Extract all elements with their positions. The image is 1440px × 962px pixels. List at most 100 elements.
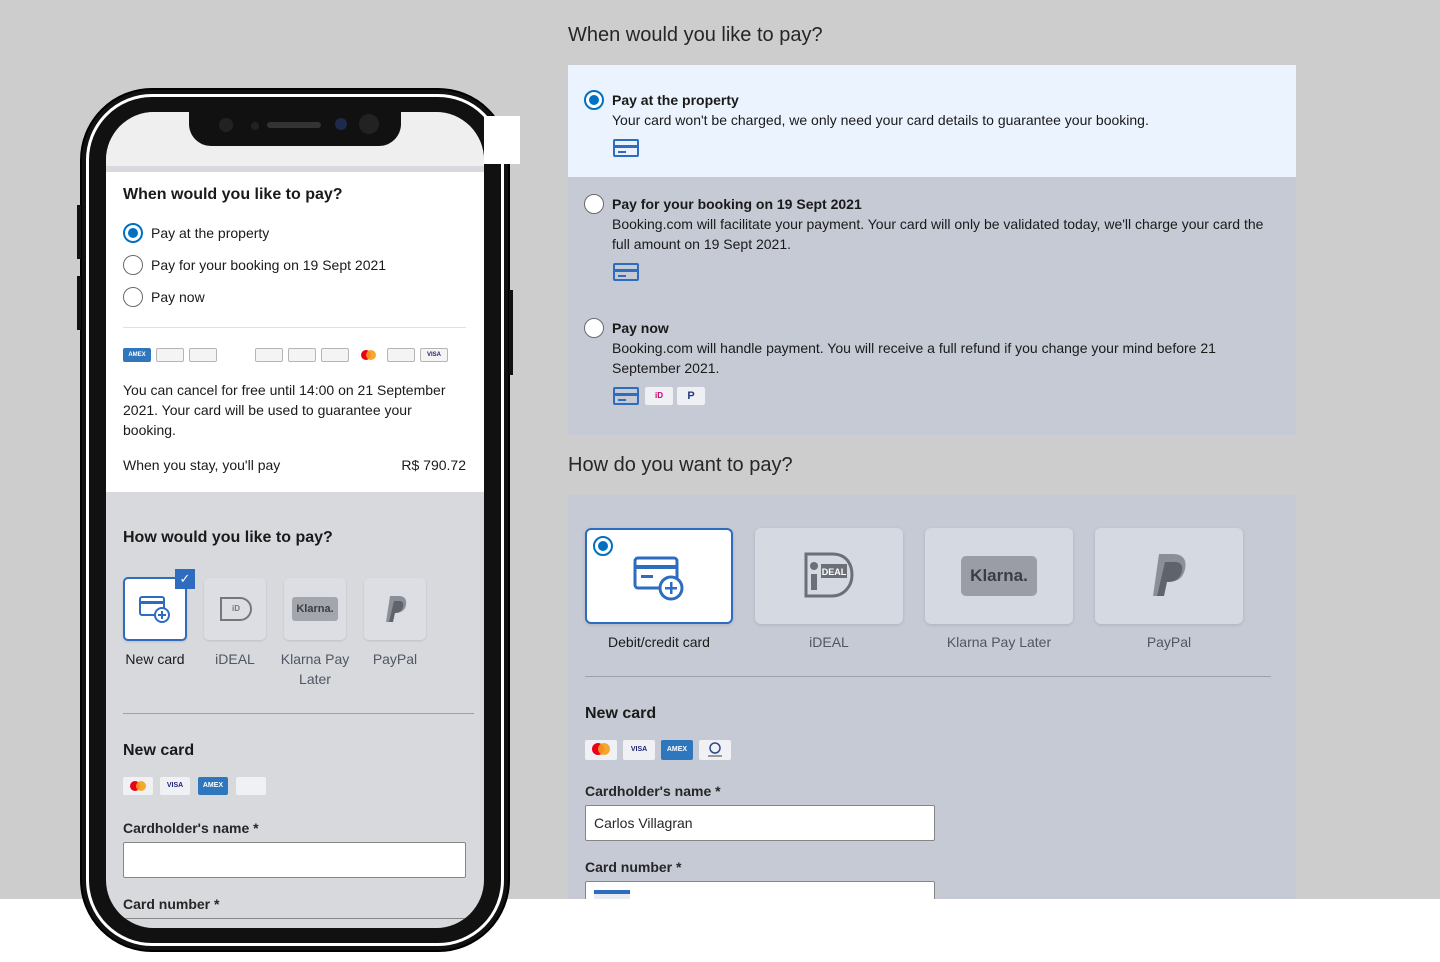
mobile-radio-pay-on-date[interactable] — [123, 255, 143, 275]
method-tile-card[interactable] — [585, 528, 733, 624]
cancellation-policy-text: You can cancel for free until 14:00 on 2… — [123, 382, 446, 438]
credit-card-icon — [613, 139, 639, 157]
card-brand-icon — [156, 348, 184, 362]
phone-power-button — [509, 290, 513, 375]
mastercard-icon — [123, 777, 153, 795]
option-pay-now[interactable]: Pay now Booking.com will handle payment.… — [568, 301, 1296, 435]
paypal-icon — [1153, 554, 1186, 596]
option-description: Booking.com will facilitate your payment… — [612, 216, 1264, 252]
option-title: Pay now — [612, 320, 669, 336]
method-tile-ideal[interactable]: DEAL — [755, 528, 903, 624]
mobile-radio-pay-now[interactable] — [123, 287, 143, 307]
new-card-title: New card — [585, 705, 657, 722]
option-pay-on-date[interactable]: Pay for your booking on 19 Sept 2021 Boo… — [568, 177, 1296, 301]
paypal-icon: P — [677, 387, 705, 405]
mobile-method-label: New card — [125, 651, 185, 667]
divider — [585, 676, 1271, 677]
stay-pay-label: When you stay, you'll pay — [123, 457, 281, 473]
card-brand-icon — [189, 348, 217, 362]
ideal-icon: iD — [645, 387, 673, 405]
card-plus-icon — [633, 556, 684, 601]
selected-check-icon: ✓ — [175, 569, 195, 589]
klarna-icon: Klarna. — [961, 556, 1037, 596]
speaker-icon — [267, 122, 321, 128]
method-label: Debit/credit card — [608, 634, 710, 650]
camera-icon — [219, 118, 233, 132]
card-number-input[interactable] — [585, 881, 935, 899]
card-number-label: Card number * — [585, 859, 682, 875]
method-radio-selected — [593, 536, 613, 556]
mobile-method-klarna[interactable]: Klarna. — [284, 578, 346, 640]
method-label: PayPal — [1146, 634, 1192, 650]
mobile-new-card-title: New card — [123, 742, 195, 759]
screen-overflow-strip — [484, 116, 520, 164]
method-tile-paypal[interactable] — [1095, 528, 1243, 624]
svg-text:DEAL: DEAL — [822, 567, 847, 577]
card-brand-icon — [321, 348, 349, 362]
diners-club-icon — [222, 348, 250, 362]
radio-pay-now[interactable] — [584, 318, 604, 338]
diners-club-icon — [699, 740, 731, 760]
discover-icon — [255, 348, 283, 362]
card-brand-icon — [288, 348, 316, 362]
face-id-icon — [359, 114, 379, 134]
method-label: iDEAL — [809, 634, 849, 650]
ideal-icon: iD — [220, 597, 252, 621]
option-title: Pay at the property — [612, 92, 739, 108]
mobile-option-label: Pay now — [151, 289, 205, 305]
card-brand-icon — [387, 348, 415, 362]
divider — [123, 713, 474, 714]
mobile-card-number-label: Card number * — [123, 896, 220, 912]
mastercard-icon — [354, 348, 382, 362]
mobile-option-label: Pay for your booking on 19 Sept 2021 — [151, 257, 387, 273]
mobile-when-card: When would you like to pay? Pay at the p… — [106, 172, 484, 492]
phone-notch — [189, 108, 401, 146]
mobile-cardholder-label: Cardholder's name * — [123, 820, 259, 836]
mobile-how-title: How would you like to pay? — [123, 529, 333, 546]
mobile-radio-pay-at-property[interactable] — [123, 223, 143, 243]
when-to-pay-title: When would you like to pay? — [568, 24, 823, 46]
ideal-icon: DEAL — [804, 552, 854, 598]
paypal-icon — [386, 596, 407, 622]
mobile-method-ideal[interactable]: iD — [204, 578, 266, 640]
divider — [123, 327, 466, 328]
phone-side-button — [77, 276, 81, 330]
mobile-method-label: Klarna Pay Later — [280, 651, 350, 687]
mobile-option-label: Pay at the property — [151, 225, 270, 241]
method-tile-klarna[interactable]: Klarna. — [925, 528, 1073, 624]
method-label: Klarna Pay Later — [946, 634, 1052, 650]
diners-club-icon — [236, 777, 266, 795]
option-title: Pay for your booking on 19 Sept 2021 — [612, 196, 862, 212]
stay-pay-amount: R$ 790.72 — [401, 457, 466, 473]
credit-card-icon — [613, 263, 639, 281]
visa-icon: VISA — [420, 348, 448, 362]
option-description: Booking.com will handle payment. You wil… — [612, 340, 1216, 376]
sensor-icon — [251, 122, 259, 130]
mobile-cardholder-input[interactable] — [123, 842, 466, 878]
mastercard-icon — [585, 740, 617, 760]
phone-side-button — [77, 205, 81, 259]
option-pay-at-property[interactable]: Pay at the property Your card won't be c… — [568, 65, 1296, 177]
when-to-pay-options: Pay at the property Your card won't be c… — [568, 65, 1296, 435]
visa-icon: VISA — [623, 740, 655, 760]
mobile-method-paypal[interactable] — [364, 578, 426, 640]
mobile-method-label: PayPal — [372, 651, 418, 667]
payment-method-section: Debit/credit card DEAL iDEAL Klarna. Kla… — [568, 495, 1296, 899]
cardholder-name-input[interactable] — [585, 805, 935, 841]
phone-screen: When would you like to pay? Pay at the p… — [106, 112, 484, 928]
option-description: Your card won't be charged, we only need… — [612, 112, 1149, 128]
mobile-when-title: When would you like to pay? — [123, 186, 343, 203]
amex-icon: AMEX — [661, 740, 693, 760]
credit-card-icon — [613, 387, 639, 405]
cardholder-label: Cardholder's name * — [585, 783, 721, 799]
klarna-icon: Klarna. — [292, 597, 338, 621]
card-type-icon — [594, 890, 630, 899]
visa-icon: VISA — [160, 777, 190, 795]
mobile-card-number-input[interactable] — [123, 918, 466, 919]
radio-pay-at-property[interactable] — [584, 90, 604, 110]
amex-icon: AMEX — [123, 348, 151, 362]
mobile-method-label: iDEAL — [215, 651, 255, 667]
how-to-pay-title: How do you want to pay? — [568, 454, 793, 476]
radio-pay-on-date[interactable] — [584, 194, 604, 214]
front-camera-icon — [335, 118, 347, 130]
